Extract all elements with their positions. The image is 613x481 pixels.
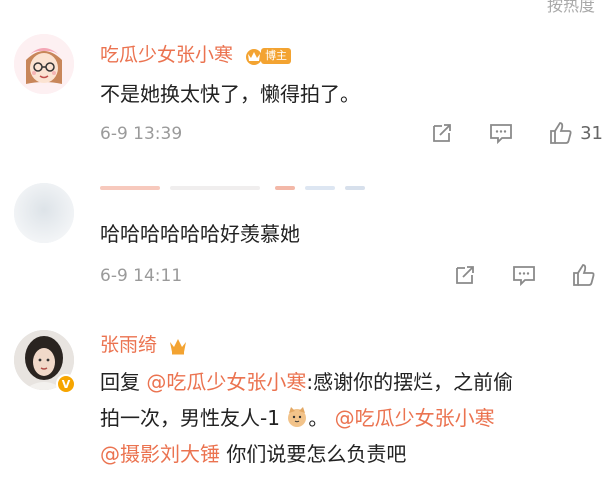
avatar[interactable] <box>14 34 74 94</box>
username-text[interactable]: 吃瓜少女张小寒 <box>100 44 233 66</box>
username[interactable]: 张雨绮 <box>100 330 189 357</box>
blur-segment <box>305 186 335 190</box>
comment-item: V 张雨绮 回复 @吃瓜少女张小寒:感谢你的摆烂，之前偷 拍一次，男性友人-1 … <box>0 310 613 481</box>
mention-link[interactable]: @吃瓜少女张小寒 <box>335 406 495 430</box>
comment-item: 哈哈哈哈哈哈好羡慕她 6-9 14:11 <box>0 160 613 310</box>
like-button[interactable]: 31 <box>548 120 603 146</box>
blurred-avatar-icon <box>14 183 74 243</box>
reply-button[interactable] <box>488 121 514 145</box>
reply-button[interactable] <box>511 263 537 287</box>
reply-text: 拍一次，男性友人-1 <box>100 406 280 430</box>
blogger-badge: 博主 <box>243 45 292 67</box>
comment-actions: 31 <box>396 120 603 146</box>
share-icon <box>433 124 451 142</box>
like-count: 31 <box>580 122 603 144</box>
blur-segment <box>275 186 295 190</box>
blur-segment <box>345 186 365 190</box>
like-button[interactable] <box>571 262 603 288</box>
reply-prefix: 回复 <box>100 370 140 394</box>
reply-line-1: 回复 @吃瓜少女张小寒:感谢你的摆烂，之前偷 <box>100 366 513 398</box>
thumbs-up-icon <box>573 264 595 286</box>
cartoon-girl-avatar-icon <box>14 34 74 94</box>
username[interactable]: 吃瓜少女张小寒 博主 <box>100 40 292 67</box>
crown-icon <box>170 338 187 354</box>
badge-label: 博主 <box>261 47 292 64</box>
comment-text: 哈哈哈哈哈哈好羡慕她 <box>100 222 300 246</box>
verified-badge: V <box>56 374 76 394</box>
reply-text: :感谢你的摆烂，之前偷 <box>306 370 514 394</box>
reply-line-2: 拍一次，男性友人-1 。 @吃瓜少女张小寒 <box>100 402 495 434</box>
comment-icon <box>490 124 512 145</box>
reply-text: 。 <box>308 406 329 430</box>
username-text[interactable]: 张雨绮 <box>100 334 157 356</box>
comment-item: 吃瓜少女张小寒 博主 不是她换太快了，懒得拍了。 6-9 13:39 31 <box>0 0 613 160</box>
comment-actions <box>419 262 603 288</box>
share-button[interactable] <box>453 263 477 287</box>
share-icon <box>456 266 474 284</box>
comment-text: 不是她换太快了，懒得拍了。 <box>100 82 360 106</box>
comment-icon <box>513 266 535 287</box>
blur-segment <box>170 186 260 190</box>
blurred-username <box>100 186 370 198</box>
avatar[interactable] <box>14 183 74 243</box>
thumbs-up-icon <box>550 122 572 144</box>
blur-segment <box>100 186 160 190</box>
reply-text: 你们说要怎么负责吧 <box>220 442 407 466</box>
comment-time: 6-9 13:39 <box>100 124 183 144</box>
comment-time: 6-9 14:11 <box>100 266 183 286</box>
member-badge <box>167 335 189 357</box>
mention-link[interactable]: @摄影刘大锤 <box>100 442 220 466</box>
share-button[interactable] <box>430 121 454 145</box>
mention-link[interactable]: @吃瓜少女张小寒 <box>146 370 306 394</box>
reply-line-3: @摄影刘大锤 你们说要怎么负责吧 <box>100 438 406 470</box>
cat-emoji-icon <box>288 407 307 427</box>
